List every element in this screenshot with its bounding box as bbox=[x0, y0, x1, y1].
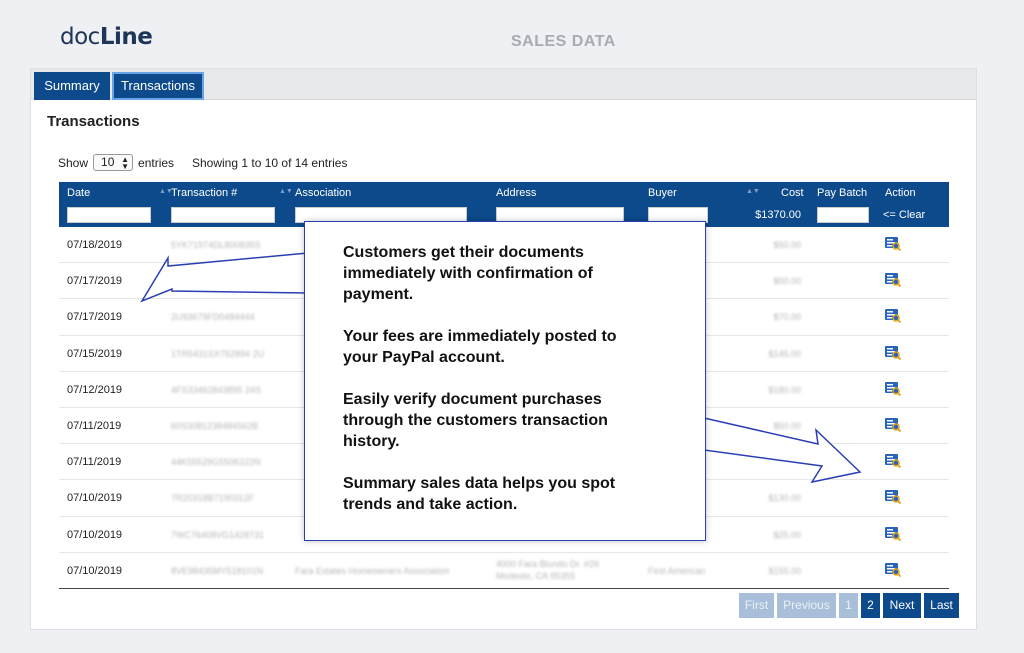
first-page-button[interactable]: First bbox=[739, 593, 774, 618]
row-buyer: First American bbox=[648, 565, 706, 576]
tab-bar: Summary Transactions bbox=[31, 69, 976, 100]
row-association: Fara Estates Homeowners Association bbox=[295, 565, 450, 576]
sort-icon: ▲▼ bbox=[159, 188, 173, 195]
row-date: 07/18/2019 bbox=[67, 239, 123, 251]
filter-date-input[interactable] bbox=[67, 207, 151, 223]
row-cost: $180.00 bbox=[768, 384, 801, 395]
table-row: 07/10/2019 8VE98435MY518101N $155.00 Fara E… bbox=[59, 553, 949, 589]
page-1-button[interactable]: 1 bbox=[839, 593, 858, 618]
tab-summary[interactable]: Summary bbox=[34, 72, 110, 100]
row-address: 4000 Fara Blundo Dr. #26 bbox=[496, 558, 600, 569]
stepper-icon: ▲ ▼ bbox=[121, 155, 130, 171]
tab-transactions[interactable]: Transactions bbox=[112, 72, 204, 100]
row-date: 07/17/2019 bbox=[67, 311, 123, 324]
sort-icon: ▲▼ bbox=[279, 188, 293, 195]
view-document-icon[interactable] bbox=[885, 454, 902, 469]
row-transaction: 8VE98435MY518101N bbox=[171, 565, 264, 576]
row-transaction: 7R20318B7190312F bbox=[171, 493, 255, 504]
row-date: 07/10/2019 bbox=[67, 528, 123, 541]
callout-point: Your fees are immediately posted to your… bbox=[343, 328, 617, 366]
row-cost: $50.00 bbox=[773, 276, 801, 287]
callout-point: Easily verify document purchases through… bbox=[343, 391, 608, 450]
previous-page-button[interactable]: Previous bbox=[777, 593, 836, 618]
last-page-button[interactable]: Last bbox=[924, 593, 959, 618]
row-transaction: 60S3081238484562B bbox=[171, 420, 259, 431]
view-document-icon[interactable] bbox=[885, 562, 902, 577]
page-2-button[interactable]: 2 bbox=[861, 593, 880, 618]
row-address: Modesto, CA 95355 bbox=[496, 570, 576, 581]
col-address[interactable]: Address bbox=[496, 187, 536, 199]
callout-point: Summary sales data helps you spot trends… bbox=[343, 475, 616, 513]
show-label: Show bbox=[58, 155, 89, 170]
row-date: 07/10/2019 bbox=[67, 564, 123, 577]
section-title: Transactions bbox=[47, 113, 140, 130]
col-buyer[interactable]: Buyer bbox=[648, 187, 677, 199]
row-date: 07/11/2019 bbox=[67, 419, 122, 432]
col-transaction[interactable]: Transaction # bbox=[171, 187, 237, 199]
entries-label: entries bbox=[138, 155, 175, 170]
row-date: 07/10/2019 bbox=[67, 492, 123, 505]
row-date: 07/12/2019 bbox=[67, 383, 123, 396]
row-date: 07/11/2019 bbox=[67, 456, 122, 469]
clear-filters-link[interactable]: <= Clear bbox=[883, 209, 925, 221]
row-cost: $70.00 bbox=[773, 312, 801, 323]
row-cost: $145.00 bbox=[768, 348, 801, 359]
col-action: Action bbox=[885, 187, 916, 199]
row-transaction: 4FS33462843895 24S bbox=[171, 384, 262, 395]
row-transaction: 2U93679FD0484444 bbox=[171, 312, 255, 323]
row-date: 07/15/2019 bbox=[67, 347, 123, 360]
cost-total: $1370.00 bbox=[755, 209, 801, 221]
feature-callout: Customers get their documents immediatel… bbox=[304, 221, 706, 541]
row-cost: $25.00 bbox=[773, 529, 801, 540]
row-cost: $155.00 bbox=[768, 565, 801, 576]
row-transaction: 7WC76408VG1428731 bbox=[171, 529, 265, 540]
row-cost: $50.00 bbox=[773, 240, 801, 250]
logo: docLine bbox=[60, 24, 153, 50]
filter-transaction-input[interactable] bbox=[171, 207, 275, 223]
col-pay-batch[interactable]: Pay Batch bbox=[817, 187, 867, 199]
view-document-icon[interactable] bbox=[885, 237, 902, 252]
col-date[interactable]: Date bbox=[67, 187, 90, 199]
col-cost[interactable]: Cost bbox=[781, 187, 804, 199]
page-title: SALES DATA bbox=[511, 33, 616, 50]
view-document-icon[interactable] bbox=[885, 526, 902, 541]
col-association[interactable]: Association bbox=[295, 187, 351, 199]
row-transaction: 1TR5431SX752894 2U bbox=[171, 348, 265, 359]
entries-length-control: Show 10 ▲ ▼ entries bbox=[58, 154, 174, 171]
view-document-icon[interactable] bbox=[885, 273, 902, 288]
row-transaction: 5YK71974DL800835S bbox=[171, 240, 261, 250]
next-page-button[interactable]: Next bbox=[883, 593, 921, 618]
table-info: Showing 1 to 10 of 14 entries bbox=[192, 156, 348, 170]
row-cost: $130.00 bbox=[768, 493, 801, 504]
view-document-icon[interactable] bbox=[885, 345, 902, 360]
view-document-icon[interactable] bbox=[885, 309, 902, 324]
view-document-icon[interactable] bbox=[885, 417, 902, 433]
filter-pay-batch-input[interactable] bbox=[817, 207, 869, 223]
sort-icon: ▲▼ bbox=[746, 188, 760, 195]
view-document-icon[interactable] bbox=[885, 381, 902, 396]
entries-select[interactable]: 10 ▲ ▼ bbox=[93, 154, 134, 171]
row-transaction: 44K55529G5506222N bbox=[171, 457, 261, 468]
callout-point: Customers get their documents immediatel… bbox=[343, 244, 593, 303]
row-cost: $50.00 bbox=[773, 420, 801, 431]
view-document-icon[interactable] bbox=[885, 490, 902, 505]
row-date: 07/17/2019 bbox=[67, 275, 123, 288]
